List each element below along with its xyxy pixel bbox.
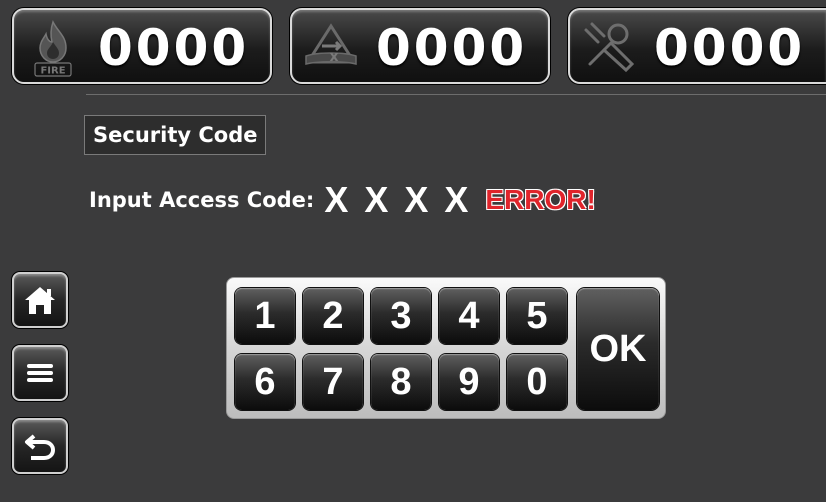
numeric-keypad: 1 2 3 4 5 6 7 8 9 0 OK: [226, 277, 666, 419]
back-icon: [25, 434, 56, 460]
svg-text:x: x: [329, 49, 338, 65]
access-code-row: Input Access Code: X X X X ERROR!: [89, 178, 596, 222]
tools-icon: [578, 16, 640, 78]
header-divider: [86, 94, 826, 95]
home-icon: [25, 287, 55, 314]
fault-counter[interactable]: x 0000: [290, 8, 550, 84]
key-3[interactable]: 3: [371, 288, 431, 344]
key-0[interactable]: 0: [507, 354, 567, 410]
menu-icon: [27, 364, 53, 382]
back-button[interactable]: [12, 418, 68, 474]
ok-button[interactable]: OK: [577, 288, 659, 410]
fire-counter[interactable]: FIRE 0000: [12, 8, 272, 84]
access-code-mask: X X X X: [324, 179, 472, 220]
security-code-title: Security Code: [84, 115, 267, 155]
key-1[interactable]: 1: [235, 288, 295, 344]
maintenance-count: 0000: [654, 19, 806, 77]
svg-text:FIRE: FIRE: [40, 66, 65, 77]
key-4[interactable]: 4: [439, 288, 499, 344]
error-message: ERROR!: [485, 184, 596, 215]
key-9[interactable]: 9: [439, 354, 499, 410]
key-6[interactable]: 6: [235, 354, 295, 410]
maintenance-counter[interactable]: 0000: [568, 8, 826, 84]
fire-icon: FIRE: [22, 16, 84, 78]
key-8[interactable]: 8: [371, 354, 431, 410]
menu-button[interactable]: [12, 345, 68, 401]
home-button[interactable]: [12, 272, 68, 328]
key-7[interactable]: 7: [303, 354, 363, 410]
fire-count: 0000: [98, 19, 250, 77]
fault-count: 0000: [376, 19, 528, 77]
access-code-label: Input Access Code:: [89, 188, 315, 212]
fault-icon: x: [300, 16, 362, 78]
key-5[interactable]: 5: [507, 288, 567, 344]
key-2[interactable]: 2: [303, 288, 363, 344]
